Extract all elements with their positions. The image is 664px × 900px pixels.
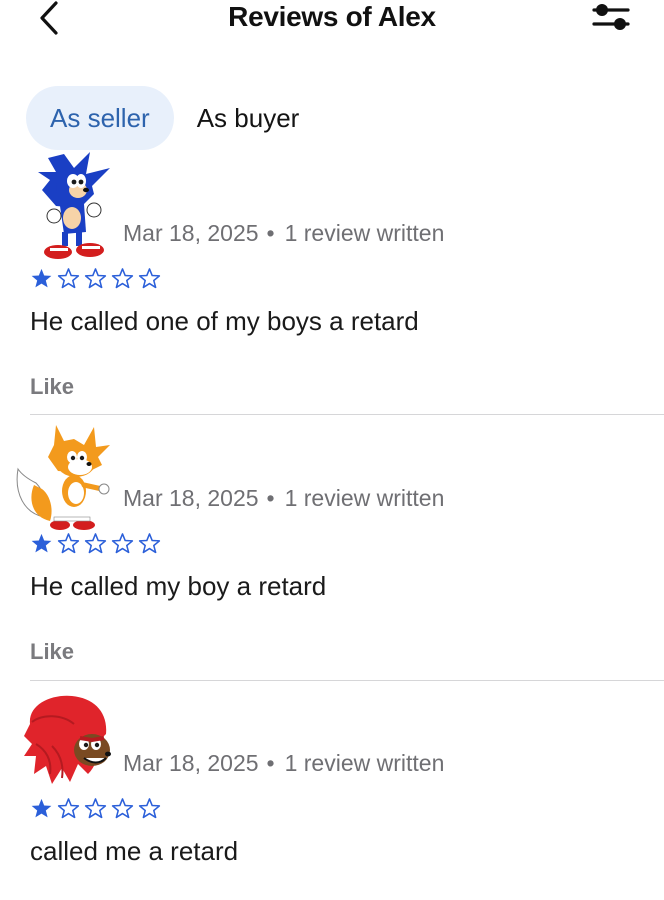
page-title: Reviews of Alex <box>228 1 436 32</box>
star-empty-icon <box>84 268 107 289</box>
star-empty-icon <box>111 268 134 289</box>
star-empty-icon <box>84 533 107 554</box>
star-empty-icon <box>84 798 107 819</box>
review-text: called me a retard <box>30 836 239 866</box>
review-meta: Mar 18, 2025 • 1 review written <box>123 220 444 247</box>
divider <box>30 680 664 681</box>
star-rating <box>30 532 161 555</box>
star-empty-icon <box>57 533 80 554</box>
sliders-icon <box>592 4 630 30</box>
tab-as-buyer[interactable]: As buyer <box>174 86 324 150</box>
reviews-written-count: 1 review written <box>284 485 445 511</box>
review-date: Mar 18, 2025 <box>123 750 259 776</box>
filter-button[interactable] <box>590 2 634 32</box>
reviewer-avatar[interactable] <box>34 150 112 269</box>
star-empty-icon <box>57 798 80 819</box>
tab-as-seller[interactable]: As seller <box>26 86 174 150</box>
meta-separator: • <box>266 750 275 776</box>
star-empty-icon <box>111 533 134 554</box>
star-empty-icon <box>138 533 161 554</box>
role-tabs: As seller As buyer <box>26 86 323 150</box>
reviewer-avatar[interactable] <box>14 421 114 538</box>
meta-separator: • <box>266 220 275 246</box>
star-empty-icon <box>111 798 134 819</box>
review-text: He called my boy a retard <box>30 571 327 601</box>
star-empty-icon <box>138 268 161 289</box>
star-empty-icon <box>57 268 80 289</box>
blue-hedgehog-avatar <box>38 152 110 259</box>
review-meta: Mar 18, 2025 • 1 review written <box>123 750 444 777</box>
reviews-written-count: 1 review written <box>284 220 445 246</box>
review-date: Mar 18, 2025 <box>123 485 259 511</box>
reviewer-avatar[interactable] <box>22 694 114 789</box>
reviews-written-count: 1 review written <box>284 750 445 776</box>
star-filled-icon <box>31 798 52 818</box>
star-filled-icon <box>31 533 52 553</box>
review-date: Mar 18, 2025 <box>123 220 259 246</box>
meta-separator: • <box>266 485 275 511</box>
star-rating <box>30 267 161 290</box>
star-rating <box>30 797 161 820</box>
like-button[interactable]: Like <box>30 639 74 665</box>
orange-fox-avatar <box>16 425 110 530</box>
like-button[interactable]: Like <box>30 374 74 400</box>
star-empty-icon <box>138 798 161 819</box>
header-bar: Reviews of Alex <box>0 0 664 40</box>
divider <box>30 414 664 415</box>
review-text: He called one of my boys a retard <box>30 306 419 336</box>
review-meta: Mar 18, 2025 • 1 review written <box>123 485 444 512</box>
red-echidna-avatar <box>24 695 111 784</box>
star-filled-icon <box>31 268 52 288</box>
